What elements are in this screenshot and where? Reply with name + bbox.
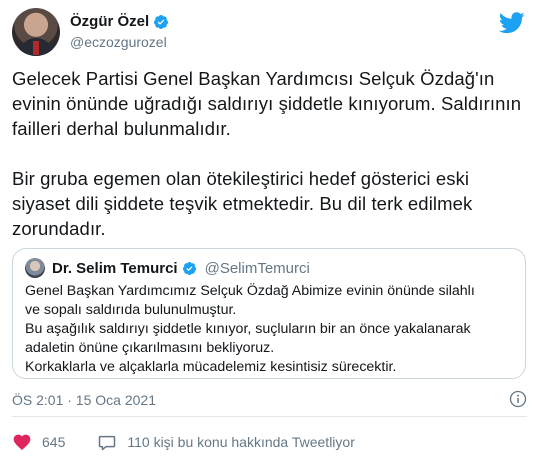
quoted-tweet-header: Dr. Selim Temurci @SelimTemurci	[25, 258, 310, 278]
author-avatar[interactable]	[12, 8, 60, 56]
tweet-text: Gelecek Partisi Genel Başkan Yardımcısı …	[12, 66, 527, 241]
quoted-tweet[interactable]: Dr. Selim Temurci @SelimTemurci Genel Ba…	[12, 248, 526, 379]
quoted-author-avatar	[25, 258, 45, 278]
quoted-line: Genel Başkan Yardımcımız Selçuk Özdağ Ab…	[25, 283, 475, 299]
quoted-line: adaletin önüne çıkarılmasını bekliyoruz.	[25, 340, 275, 356]
avatar-tie	[33, 41, 39, 55]
info-icon[interactable]	[509, 390, 527, 408]
discussion-action[interactable]: 110 kişi bu konu hakkında Tweetliyor	[97, 432, 355, 452]
quoted-author-name: Dr. Selim Temurci	[52, 259, 178, 277]
tweet-paragraph-1: Gelecek Partisi Genel Başkan Yardımcısı …	[12, 68, 522, 139]
tweet-paragraph-2: Bir gruba egemen olan ötekileştirici hed…	[12, 168, 473, 239]
twitter-bird-icon[interactable]	[499, 12, 525, 34]
tweet-timestamp[interactable]: ÖS 2:01 · 15 Oca 2021	[12, 392, 156, 408]
tweet-header: Özgür Özel @eczozgurozel	[12, 8, 527, 60]
quoted-line: Bu aşağılık saldırıyı şiddetle kınıyor, …	[25, 321, 471, 337]
speech-bubble-icon[interactable]	[97, 432, 117, 452]
verified-badge-icon	[154, 14, 169, 29]
tweet-actions: 645 110 kişi bu konu hakkında Tweetliyor	[12, 432, 355, 452]
embedded-tweet-card: Özgür Özel @eczozgurozel Gelecek Partisi…	[0, 0, 539, 459]
discussion-text: 110 kişi bu konu hakkında Tweetliyor	[127, 434, 355, 450]
verified-badge-icon	[182, 261, 196, 275]
heart-icon[interactable]	[12, 432, 32, 452]
author-name[interactable]: Özgür Özel	[70, 13, 149, 30]
quoted-line: Korkaklarla ve alçaklarla mücadelemiz ke…	[25, 359, 397, 375]
author-name-row: Özgür Özel	[70, 13, 169, 30]
quoted-tweet-text: Genel Başkan Yardımcımız Selçuk Özdağ Ab…	[25, 282, 515, 377]
author-handle[interactable]: @eczozgurozel	[70, 34, 167, 50]
quoted-line: ve sopalı saldırıda bulunulmuştur.	[25, 302, 237, 318]
divider	[12, 416, 527, 417]
like-count: 645	[42, 434, 66, 450]
quoted-author-handle: @SelimTemurci	[204, 259, 310, 277]
like-action[interactable]: 645	[12, 432, 65, 452]
